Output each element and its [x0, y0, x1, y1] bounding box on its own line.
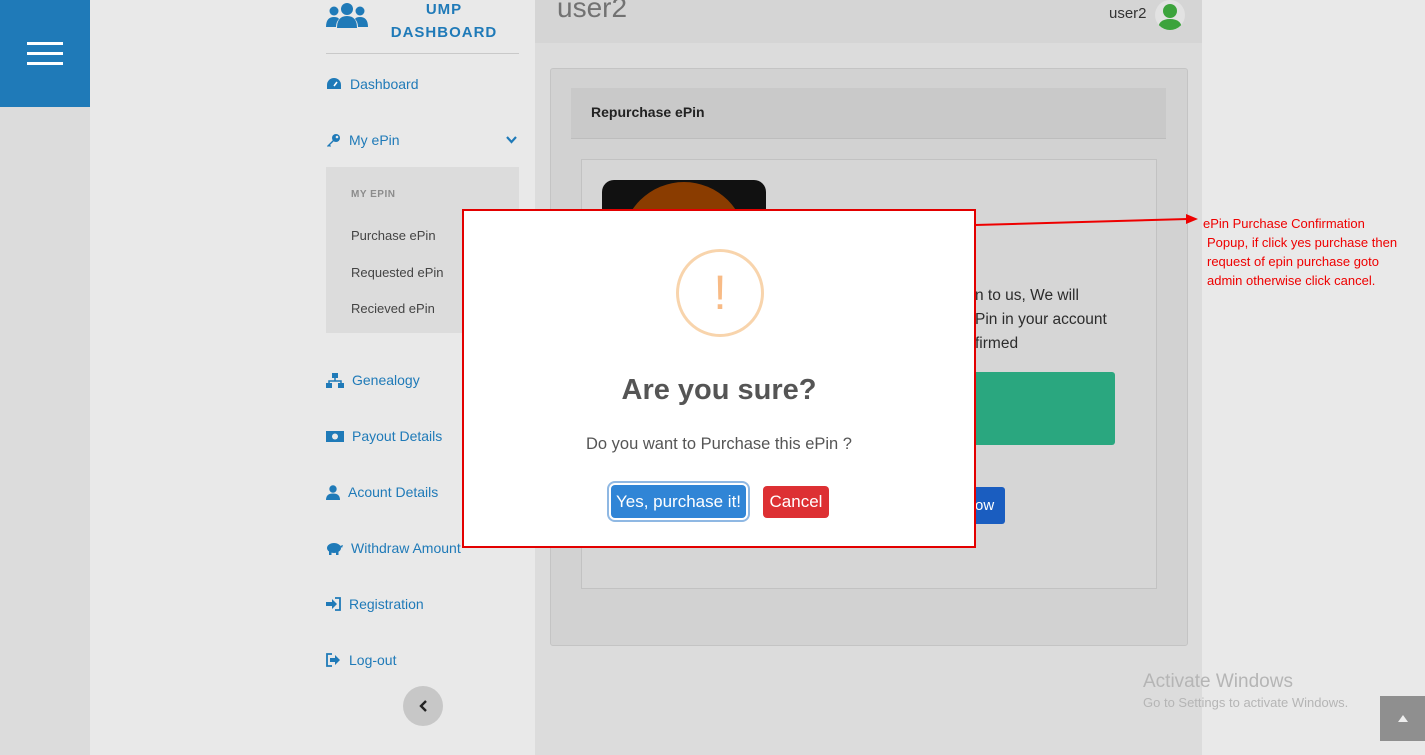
annotation-line: admin otherwise click cancel.: [1207, 273, 1376, 288]
card-text-line3: firmed: [975, 335, 1019, 352]
epin-price-box: [975, 372, 1115, 445]
card-title: Repurchase ePin: [591, 104, 705, 120]
sidebar-item-logout[interactable]: Log-out: [326, 648, 396, 672]
cancel-button[interactable]: Cancel: [763, 486, 829, 518]
warning-icon: !: [676, 249, 764, 337]
confirm-purchase-button[interactable]: Yes, purchase it!: [611, 485, 746, 518]
submenu-item-requested-epin[interactable]: Requested ePin: [351, 265, 444, 280]
key-icon: [327, 133, 340, 147]
hamburger-icon-bar: [27, 42, 63, 45]
annotation-line: Popup, if click yes purchase then: [1207, 235, 1398, 250]
logo-line1: UMP: [425, 1, 463, 18]
sidebar-item-label: Withdraw Amount: [351, 540, 461, 556]
sidebar-logo: UMP DASHBOARD: [326, 0, 519, 54]
sidebar-item-my-epin[interactable]: My ePin: [326, 128, 519, 152]
hamburger-icon-bar: [27, 62, 63, 65]
page-title: user2: [557, 0, 628, 23]
sidebar-item-label: Dashboard: [350, 76, 419, 92]
user-icon: [326, 484, 340, 500]
avatar[interactable]: [1155, 0, 1185, 30]
sidebar-item-payout-details[interactable]: Payout Details: [326, 424, 442, 448]
sidebar-item-label: Log-out: [349, 652, 397, 668]
sidebar-item-genealogy[interactable]: Genealogy: [326, 368, 420, 392]
watermark-title: Activate Windows: [1143, 671, 1293, 692]
page-background: [90, 0, 325, 755]
scroll-to-top-button[interactable]: [1380, 696, 1425, 741]
card-text-line1: n to us, We will: [975, 287, 1079, 304]
watermark-subtitle: Go to Settings to activate Windows.: [1143, 695, 1349, 710]
caret-up-icon: [1397, 715, 1408, 722]
submenu-item-received-epin[interactable]: Recieved ePin: [351, 301, 435, 316]
sign-in-icon: [326, 597, 341, 611]
users-icon: [326, 3, 368, 28]
sign-out-icon: [326, 653, 340, 667]
dashboard-icon: [327, 78, 341, 89]
card-text-line2: Pin in your account: [975, 311, 1107, 328]
sitemap-icon: [326, 372, 344, 388]
submenu-header: MY EPIN: [351, 189, 396, 200]
chevron-left-icon: [418, 700, 427, 712]
warning-icon-glyph: !: [713, 266, 727, 320]
user-avatar-icon: [1158, 4, 1182, 30]
sidebar-item-label: My ePin: [349, 132, 400, 148]
top-bar: [535, 0, 1202, 43]
menu-toggle-button[interactable]: [0, 0, 90, 107]
hamburger-icon-bar: [27, 52, 63, 55]
sidebar-item-dashboard[interactable]: Dashboard: [326, 72, 419, 96]
activate-windows-watermark: Activate Windows Go to Settings to activ…: [1143, 671, 1348, 710]
sidebar-item-withdraw-amount[interactable]: Withdraw Amount: [326, 536, 461, 560]
sidebar-item-registration[interactable]: Registration: [326, 592, 424, 616]
modal-title: Are you sure?: [621, 374, 817, 406]
sidebar-collapse-button[interactable]: [403, 686, 443, 726]
buy-now-button[interactable]: ow: [975, 487, 1005, 524]
chevron-down-icon: [506, 136, 517, 144]
sidebar-item-label: Acount Details: [348, 484, 439, 500]
annotation-line: ePin Purchase Confirmation: [1203, 216, 1365, 231]
submenu-item-purchase-epin[interactable]: Purchase ePin: [351, 228, 436, 243]
left-gutter: [0, 107, 90, 755]
sidebar-item-label: Genealogy: [352, 372, 420, 388]
sidebar-item-label: Registration: [349, 596, 424, 612]
sidebar-item-label: Payout Details: [352, 428, 443, 444]
sidebar-item-account-details[interactable]: Acount Details: [326, 480, 438, 504]
annotation-note: ePin Purchase Confirmation Popup, if cli…: [1203, 214, 1425, 290]
piggy-bank-icon: [327, 543, 343, 555]
annotation-line: request of epin purchase goto: [1207, 254, 1380, 269]
user-name[interactable]: user2: [1109, 5, 1147, 22]
money-bill-icon: [326, 430, 344, 442]
logo-text: UMP DASHBOARD: [388, 0, 500, 44]
buy-now-label: ow: [975, 497, 995, 514]
modal-text: Do you want to Purchase this ePin ?: [586, 435, 852, 453]
logo-line2: DASHBOARD: [390, 24, 498, 41]
